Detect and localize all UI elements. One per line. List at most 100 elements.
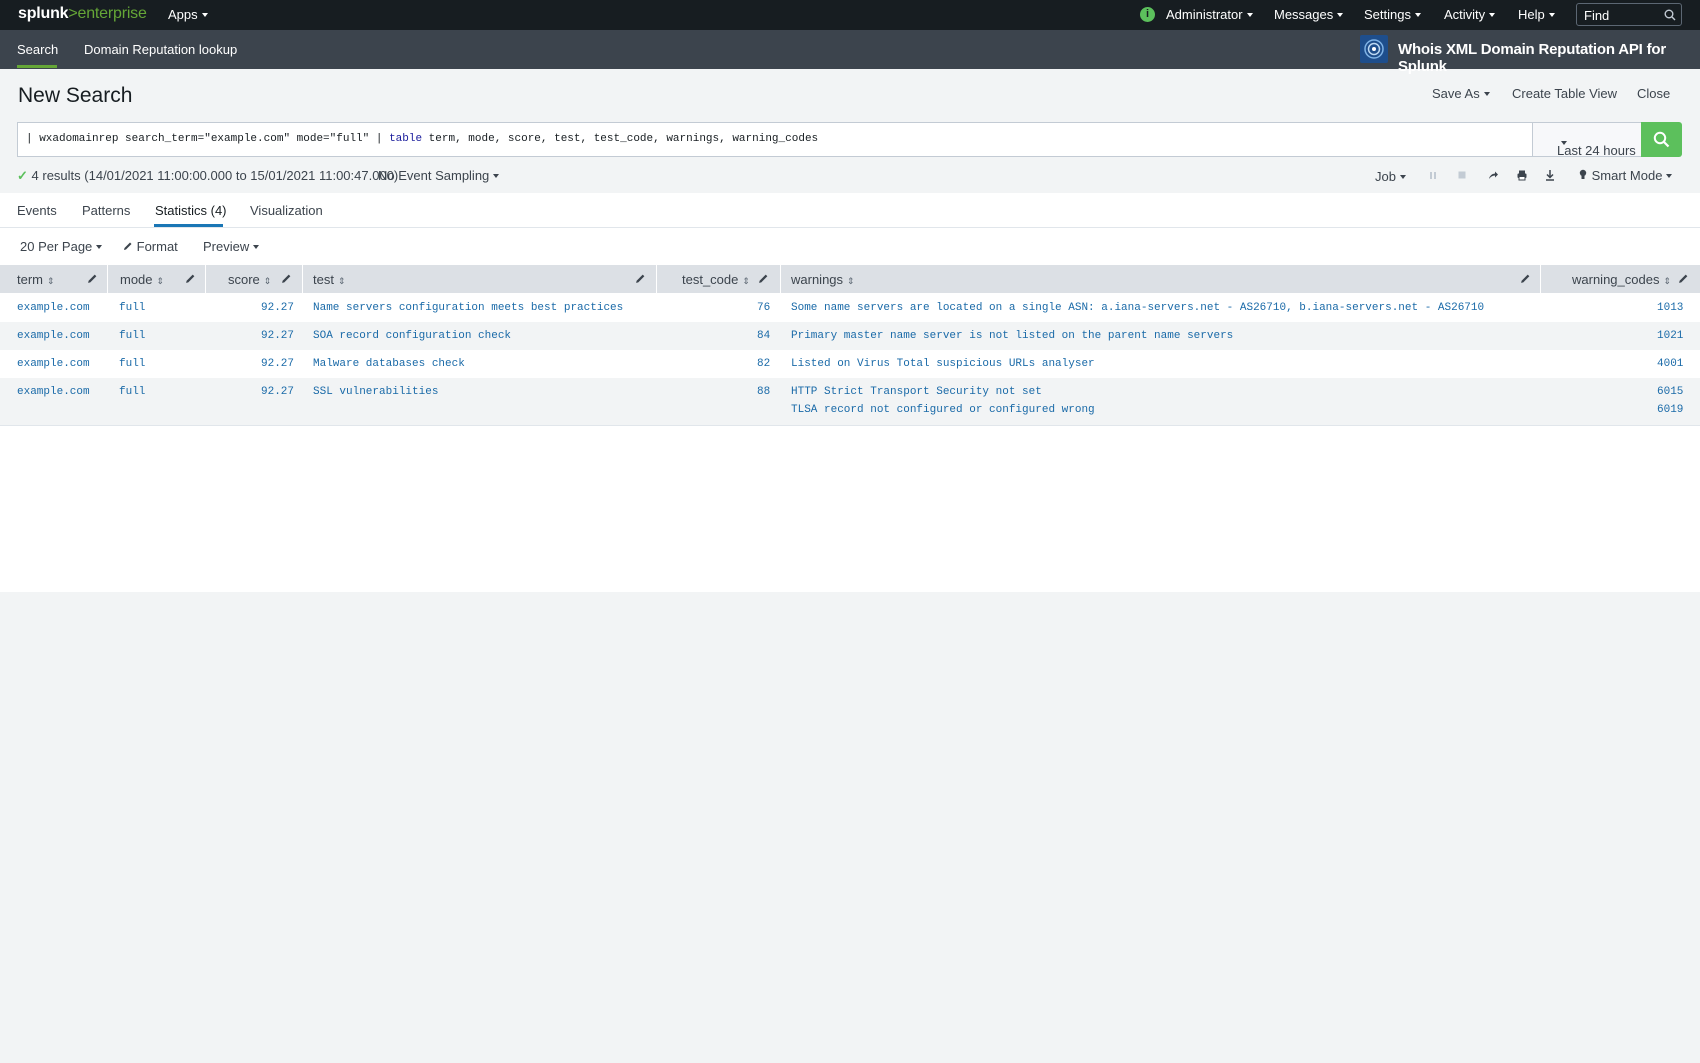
preview-label: Preview <box>203 239 250 254</box>
cell-warning-code[interactable]: 1013 <box>1657 302 1683 314</box>
messages-label: Messages <box>1274 7 1334 22</box>
search-query-input[interactable]: | wxadomainrep search_term="example.com"… <box>17 122 1533 157</box>
share-icon[interactable] <box>1486 168 1500 182</box>
column-header-term[interactable]: term ⇕ <box>0 265 108 293</box>
cell-term[interactable]: example.com <box>17 386 90 398</box>
cell-term[interactable]: example.com <box>17 358 90 370</box>
check-icon: ✓ <box>17 168 28 183</box>
pencil-icon[interactable] <box>758 273 769 284</box>
pause-icon[interactable] <box>1426 168 1440 182</box>
close-button[interactable]: Close <box>1637 86 1670 101</box>
cell-mode[interactable]: full <box>119 330 145 342</box>
time-range-picker[interactable]: Last 24 hours <box>1532 122 1642 158</box>
app-tab-domain-reputation-lookup[interactable]: Domain Reputation lookup <box>84 42 237 57</box>
cell-test[interactable]: Name servers configuration meets best pr… <box>313 302 623 314</box>
chevron-down-icon <box>1561 141 1567 145</box>
cell-warning-code[interactable]: 1021 <box>1657 330 1683 342</box>
cell-mode[interactable]: full <box>119 302 145 314</box>
pencil-icon[interactable] <box>87 273 98 284</box>
column-header-warning-codes[interactable]: warning_codes ⇕ <box>1541 265 1700 293</box>
cell-score[interactable]: 92.27 <box>261 302 294 314</box>
tab-events[interactable]: Events <box>17 203 57 218</box>
help-label: Help <box>1518 7 1545 22</box>
stop-icon[interactable] <box>1455 168 1469 182</box>
info-icon: i <box>1140 7 1155 22</box>
cell-test[interactable]: SOA record configuration check <box>313 330 511 342</box>
search-button[interactable] <box>1641 122 1682 157</box>
table-bottom-divider <box>0 425 1700 426</box>
pencil-icon[interactable] <box>1520 273 1531 284</box>
chevron-down-icon <box>1246 12 1253 17</box>
cell-mode[interactable]: full <box>119 358 145 370</box>
cell-test-code[interactable]: 76 <box>757 302 770 314</box>
column-label: test_code <box>682 272 739 287</box>
activity-menu[interactable]: Activity <box>1444 7 1496 22</box>
column-header-score[interactable]: score ⇕ <box>206 265 303 293</box>
sort-icon: ⇕ <box>156 276 165 286</box>
administrator-menu[interactable]: Administrator <box>1166 7 1253 22</box>
cell-warning[interactable]: HTTP Strict Transport Security not set <box>791 386 1042 398</box>
chevron-down-icon <box>1399 174 1406 179</box>
sort-icon: ⇕ <box>337 276 346 286</box>
search-mode-label: Smart Mode <box>1591 168 1663 183</box>
settings-menu[interactable]: Settings <box>1364 7 1421 22</box>
event-sampling-dropdown[interactable]: No Event Sampling <box>378 168 500 183</box>
cell-warning-code[interactable]: 6019 <box>1657 404 1683 416</box>
cell-test-code[interactable]: 82 <box>757 358 770 370</box>
column-label: mode <box>120 272 153 287</box>
pencil-icon[interactable] <box>281 273 292 284</box>
cell-warning[interactable]: TLSA record not configured or configured… <box>791 404 1095 416</box>
cell-test-code[interactable]: 84 <box>757 330 770 342</box>
tab-statistics[interactable]: Statistics (4) <box>155 203 227 218</box>
app-logo-icon <box>1360 35 1388 63</box>
pencil-icon[interactable] <box>185 273 196 284</box>
tab-patterns[interactable]: Patterns <box>82 203 130 218</box>
per-page-label: 20 Per Page <box>20 239 93 254</box>
cell-test-code[interactable]: 88 <box>757 386 770 398</box>
pencil-icon[interactable] <box>1678 273 1689 284</box>
chevron-down-icon <box>1666 173 1673 178</box>
print-icon[interactable] <box>1515 168 1529 182</box>
save-as-button[interactable]: Save As <box>1432 86 1490 101</box>
splunk-logo[interactable]: splunk>enterprise <box>18 5 147 23</box>
cell-score[interactable]: 92.27 <box>261 386 294 398</box>
cell-test[interactable]: Malware databases check <box>313 358 465 370</box>
export-icon[interactable] <box>1543 168 1557 182</box>
create-table-view-button[interactable]: Create Table View <box>1512 86 1617 101</box>
cell-warning[interactable]: Listed on Virus Total suspicious URLs an… <box>791 358 1095 370</box>
cell-warning[interactable]: Primary master name server is not listed… <box>791 330 1233 342</box>
messages-menu[interactable]: Messages <box>1274 7 1344 22</box>
cell-score[interactable]: 92.27 <box>261 358 294 370</box>
cell-term[interactable]: example.com <box>17 302 90 314</box>
column-header-test-code[interactable]: test_code ⇕ <box>657 265 781 293</box>
pencil-icon[interactable] <box>635 273 646 284</box>
column-header-test[interactable]: test ⇕ <box>303 265 657 293</box>
search-icon <box>1664 9 1676 21</box>
apps-menu[interactable]: Apps <box>168 7 208 22</box>
table-header: term ⇕ mode ⇕ score ⇕ test ⇕ test_code ⇕ warn… <box>0 265 1700 293</box>
app-tab-search[interactable]: Search <box>17 42 58 57</box>
sort-icon: ⇕ <box>263 276 272 286</box>
column-label: score <box>228 272 260 287</box>
cell-mode[interactable]: full <box>119 386 145 398</box>
column-header-mode[interactable]: mode ⇕ <box>108 265 206 293</box>
format-label: Format <box>136 239 178 254</box>
cell-warning[interactable]: Some name servers are located on a singl… <box>791 302 1484 314</box>
cell-test[interactable]: SSL vulnerabilities <box>313 386 438 398</box>
cell-score[interactable]: 92.27 <box>261 330 294 342</box>
cell-warning-code[interactable]: 6015 <box>1657 386 1683 398</box>
cell-warning-code[interactable]: 4001 <box>1657 358 1683 370</box>
format-button[interactable]: Format <box>123 239 178 254</box>
column-label: test <box>313 272 334 287</box>
column-header-warnings[interactable]: warnings ⇕ <box>781 265 1541 293</box>
help-menu[interactable]: Help <box>1518 7 1555 22</box>
search-mode-dropdown[interactable]: Smart Mode <box>1578 168 1673 183</box>
job-menu[interactable]: Job <box>1375 169 1406 184</box>
cell-term[interactable]: example.com <box>17 330 90 342</box>
tab-visualization[interactable]: Visualization <box>250 203 323 218</box>
find-input[interactable]: Find <box>1576 3 1682 26</box>
find-placeholder: Find <box>1584 8 1610 23</box>
chevron-down-icon <box>1489 12 1496 17</box>
per-page-dropdown[interactable]: 20 Per Page <box>20 239 103 254</box>
preview-dropdown[interactable]: Preview <box>203 239 260 254</box>
